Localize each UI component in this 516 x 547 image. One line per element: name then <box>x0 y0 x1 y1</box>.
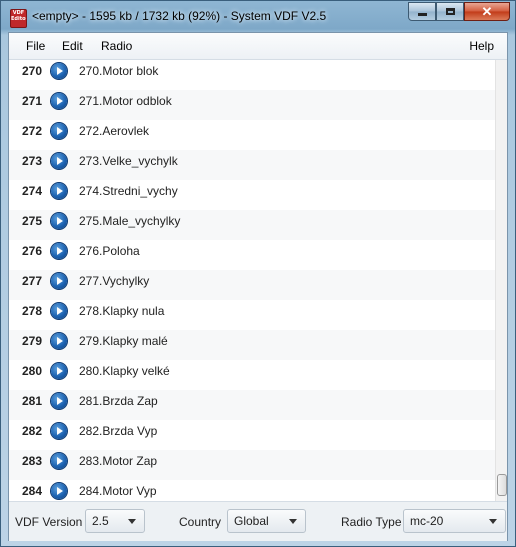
row-number: 284 <box>22 484 43 498</box>
logo-text-line-2: Editor <box>11 16 27 22</box>
menu-radio[interactable]: Radio <box>101 39 132 53</box>
country-label: Country <box>179 515 222 529</box>
list-item[interactable]: 273 273.Velke_vychylk <box>9 150 495 180</box>
play-icon[interactable] <box>51 213 67 229</box>
minimize-button[interactable] <box>408 2 436 21</box>
play-icon[interactable] <box>51 453 67 469</box>
window-title: <empty> - 1595 kb / 1732 kb (92%) - Syst… <box>32 9 327 23</box>
play-icon[interactable] <box>51 63 67 79</box>
play-icon[interactable] <box>51 303 67 319</box>
chevron-down-icon <box>489 519 497 524</box>
row-label: 283.Motor Zap <box>79 454 158 468</box>
chevron-down-icon <box>128 519 136 524</box>
play-icon[interactable] <box>51 183 67 199</box>
voice-list[interactable]: 270 270.Motor blok 271 271.Motor odblok 272 2… <box>9 60 495 501</box>
settings-bar: VDF Version 2.5 Country Global Radio Typ… <box>9 501 507 541</box>
play-icon[interactable] <box>51 123 67 139</box>
menu-help[interactable]: Help <box>469 39 494 53</box>
row-number: 270 <box>22 64 43 78</box>
row-label: 282.Brzda Vyp <box>79 424 158 438</box>
list-item[interactable]: 272 272.Aerovlek <box>9 120 495 150</box>
scrollbar-thumb[interactable] <box>497 474 507 496</box>
play-icon[interactable] <box>51 333 67 349</box>
row-label: 271.Motor odblok <box>79 94 172 108</box>
list-item[interactable]: 282 282.Brzda Vyp <box>9 420 495 450</box>
play-icon[interactable] <box>51 363 67 379</box>
menu-file[interactable]: File <box>26 39 45 53</box>
row-label: 273.Velke_vychylk <box>79 154 178 168</box>
window-controls: ✕ <box>408 2 510 22</box>
row-number: 282 <box>22 424 43 438</box>
row-label: 281.Brzda Zap <box>79 394 158 408</box>
close-icon: ✕ <box>481 3 493 19</box>
row-number: 277 <box>22 274 43 288</box>
play-icon[interactable] <box>51 273 67 289</box>
row-number: 283 <box>22 454 43 468</box>
play-icon[interactable] <box>51 393 67 409</box>
list-item[interactable]: 280 280.Klapky velké <box>9 360 495 390</box>
vdf-editor-logo-icon: VDF Editor <box>10 9 27 28</box>
client-area: File Edit Radio Help 270 270.Motor blok 27… <box>8 32 508 541</box>
menu-bar: File Edit Radio Help <box>9 33 507 60</box>
play-icon[interactable] <box>51 243 67 259</box>
row-label: 277.Vychylky <box>79 274 150 288</box>
list-item[interactable]: 276 276.Poloha <box>9 240 495 270</box>
row-number: 272 <box>22 124 43 138</box>
title-bar[interactable]: VDF Editor <empty> - 1595 kb / 1732 kb (… <box>1 1 515 32</box>
country-select[interactable]: Global <box>227 509 306 533</box>
row-label: 278.Klapky nula <box>79 304 165 318</box>
row-number: 278 <box>22 304 43 318</box>
row-label: 279.Klapky malé <box>79 334 168 348</box>
row-label: 272.Aerovlek <box>79 124 150 138</box>
row-label: 284.Motor Vyp <box>79 484 157 498</box>
row-number: 271 <box>22 94 43 108</box>
row-number: 276 <box>22 244 43 258</box>
list-item[interactable]: 284 284.Motor Vyp <box>9 480 495 501</box>
row-label: 275.Male_vychylky <box>79 214 181 228</box>
list-item[interactable]: 275 275.Male_vychylky <box>9 210 495 240</box>
play-icon[interactable] <box>51 423 67 439</box>
row-number: 273 <box>22 154 43 168</box>
maximize-icon <box>445 8 455 15</box>
play-icon[interactable] <box>51 153 67 169</box>
vdf-version-value: 2.5 <box>92 514 109 528</box>
list-item[interactable]: 277 277.Vychylky <box>9 270 495 300</box>
row-number: 279 <box>22 334 43 348</box>
list-item[interactable]: 278 278.Klapky nula <box>9 300 495 330</box>
close-button[interactable]: ✕ <box>464 2 510 21</box>
maximize-button[interactable] <box>436 2 464 21</box>
radio-type-label: Radio Type <box>341 515 402 529</box>
list-item[interactable]: 271 271.Motor odblok <box>9 90 495 120</box>
list-item[interactable]: 281 281.Brzda Zap <box>9 390 495 420</box>
radio-type-value: mc-20 <box>410 514 444 528</box>
chevron-down-icon <box>289 519 297 524</box>
vdf-version-label: VDF Version <box>15 515 83 529</box>
vdf-version-select[interactable]: 2.5 <box>85 509 145 533</box>
app-window: VDF Editor <empty> - 1595 kb / 1732 kb (… <box>0 0 516 547</box>
minimize-icon <box>417 13 427 16</box>
list-item[interactable]: 270 270.Motor blok <box>9 60 495 90</box>
menu-edit[interactable]: Edit <box>62 39 83 53</box>
play-icon[interactable] <box>51 93 67 109</box>
list-item[interactable]: 283 283.Motor Zap <box>9 450 495 480</box>
row-number: 281 <box>22 394 43 408</box>
row-number: 275 <box>22 214 43 228</box>
row-label: 276.Poloha <box>79 244 140 258</box>
play-icon[interactable] <box>51 483 67 499</box>
vertical-scrollbar[interactable] <box>495 60 507 501</box>
list-item[interactable]: 279 279.Klapky malé <box>9 330 495 360</box>
country-value: Global <box>234 514 269 528</box>
row-label: 270.Motor blok <box>79 64 159 78</box>
row-label: 274.Stredni_vychy <box>79 184 178 198</box>
list-item[interactable]: 274 274.Stredni_vychy <box>9 180 495 210</box>
row-number: 280 <box>22 364 43 378</box>
radio-type-select[interactable]: mc-20 <box>403 509 506 533</box>
row-number: 274 <box>22 184 43 198</box>
row-label: 280.Klapky velké <box>79 364 170 378</box>
